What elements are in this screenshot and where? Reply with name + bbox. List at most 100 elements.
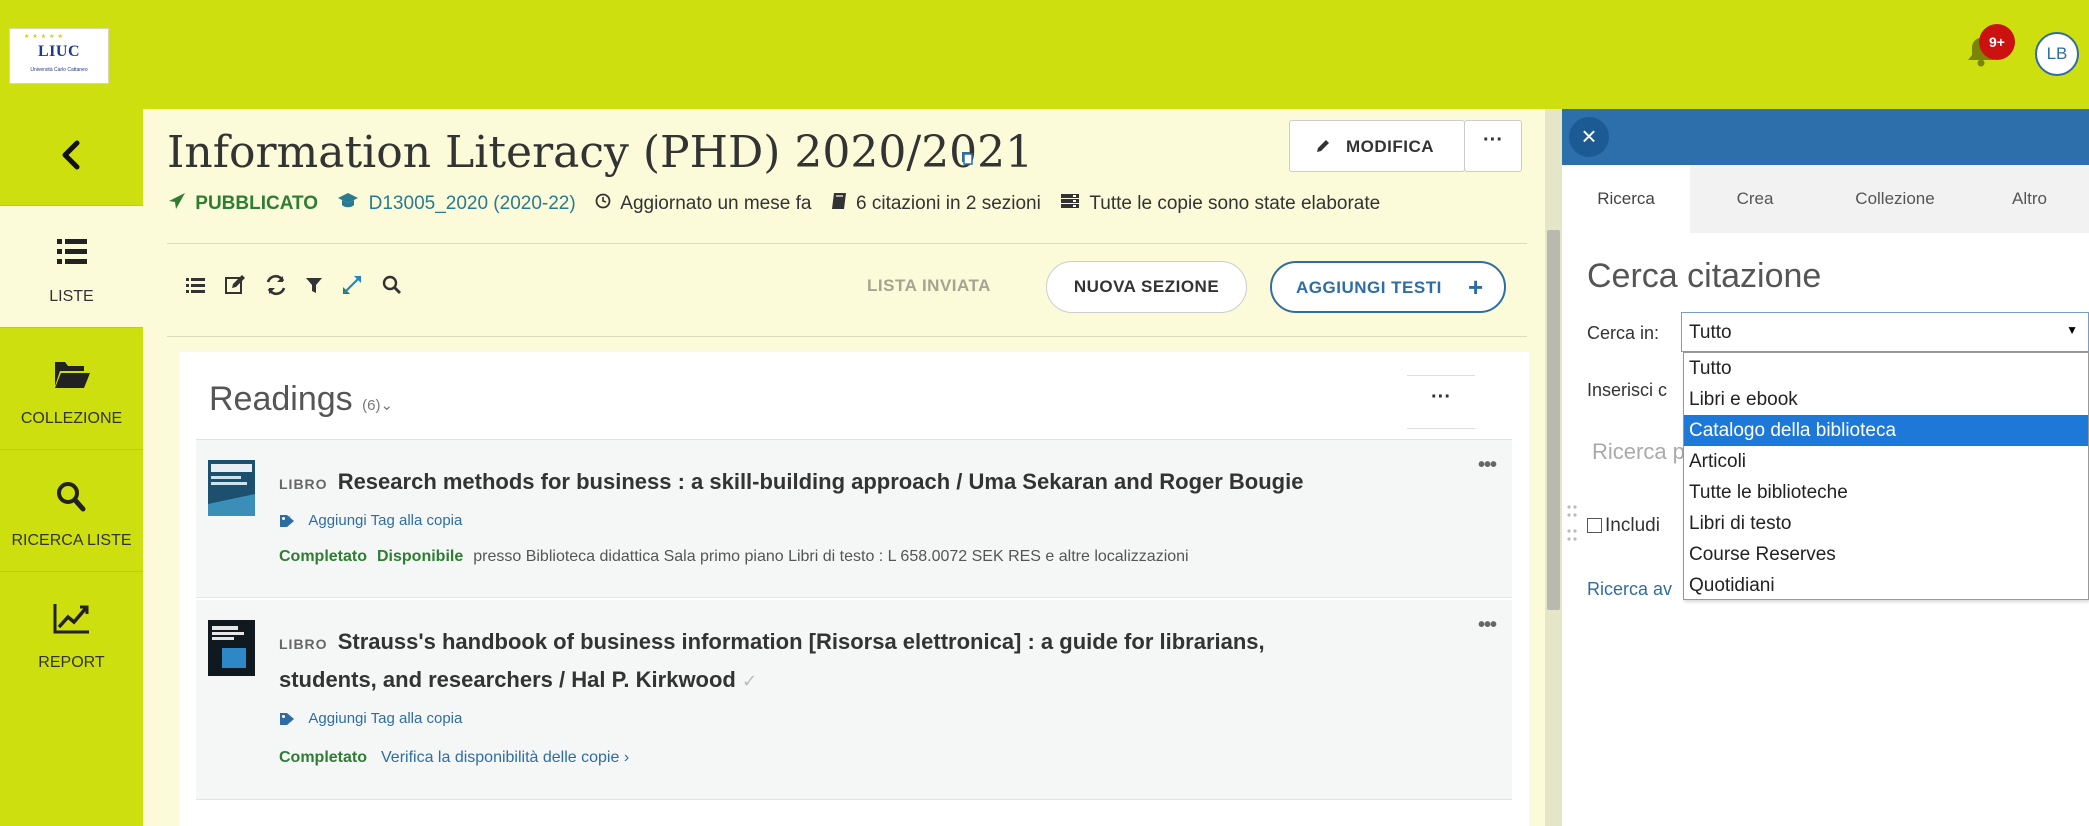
tag-icon bbox=[280, 515, 294, 528]
check-availability-link[interactable]: Verifica la disponibilità delle copie › bbox=[381, 749, 629, 766]
citation-more-button[interactable]: ••• bbox=[1478, 454, 1497, 477]
add-tag-link[interactable]: Aggiungi Tag alla copia bbox=[279, 512, 462, 529]
list-title: Information Literacy (PHD) 2020/2021 bbox=[167, 127, 1034, 178]
logo-stars-decoration: ★★★★★ bbox=[24, 34, 66, 40]
drag-handle-icon[interactable] bbox=[1566, 503, 1580, 543]
add-tag-label: Aggiungi Tag alla copia bbox=[308, 512, 463, 529]
include-label: Includi bbox=[1605, 515, 1660, 536]
nav-item-label: COLLEZIONE bbox=[20, 410, 123, 427]
location-text: presso Biblioteca didattica Sala primo p… bbox=[473, 548, 1189, 565]
insert-label: Inserisci c bbox=[1587, 380, 1668, 400]
search-scope-select[interactable]: Tutto ▼ bbox=[1681, 312, 2089, 352]
search-icon[interactable] bbox=[379, 272, 405, 298]
search-in-label: Cerca in: bbox=[1587, 323, 1660, 343]
copies-summary: Tutte le copie sono state elaborate bbox=[1089, 193, 1381, 214]
book-cover-thumbnail bbox=[208, 620, 255, 676]
notification-badge[interactable]: 9+ bbox=[1979, 24, 2015, 60]
logo-subtext: Università Carlo Cattaneo bbox=[30, 67, 88, 73]
clock-icon bbox=[595, 193, 611, 215]
search-scope-dropdown: Tutto Libri e ebook Catalogo della bibli… bbox=[1683, 352, 2089, 600]
list-sent-status: LISTA INVIATA bbox=[867, 276, 991, 295]
citation-type: LIBRO bbox=[279, 476, 328, 492]
search-icon bbox=[57, 482, 86, 512]
list-view-icon[interactable] bbox=[183, 272, 209, 298]
citation-status-line: Completato Disponibile presso Biblioteca d… bbox=[279, 548, 1189, 566]
search-input[interactable]: Ricerca p bbox=[1592, 439, 1685, 465]
option-libri-di-testo[interactable]: Libri di testo bbox=[1684, 508, 2088, 539]
nav-item-label: RICERCA LISTE bbox=[11, 532, 132, 549]
option-tutto[interactable]: Tutto bbox=[1684, 353, 2088, 384]
edit-button[interactable]: MODIFICA bbox=[1289, 120, 1465, 172]
server-icon bbox=[1060, 193, 1080, 215]
status-completed: Completato bbox=[279, 548, 367, 565]
status-published: PUBBLICATO bbox=[195, 193, 319, 214]
option-libri-e-ebook[interactable]: Libri e ebook bbox=[1684, 384, 2088, 415]
section-more-button[interactable]: ··· bbox=[1407, 375, 1475, 429]
tab-collezione[interactable]: Collezione bbox=[1820, 165, 1970, 233]
copy-icon[interactable] bbox=[961, 151, 973, 165]
folder-open-icon bbox=[55, 362, 90, 388]
book-icon bbox=[831, 192, 847, 216]
selected-value: Tutto bbox=[1689, 322, 1732, 343]
citation-title[interactable]: Strauss's handbook of business informati… bbox=[279, 629, 1265, 692]
citations-summary: 6 citazioni in 2 sezioni bbox=[856, 193, 1041, 214]
panel-header: × bbox=[1562, 109, 2089, 165]
updated-text: Aggiornato un mese fa bbox=[620, 193, 812, 214]
section-title-text: Readings bbox=[209, 380, 353, 418]
list-meta: PUBBLICATO D13005_2020 (2020-22) Aggiorn… bbox=[168, 192, 1380, 216]
citation-item[interactable]: ••• LIBRO Research methods for business … bbox=[196, 440, 1512, 598]
option-catalogo-biblioteca[interactable]: Catalogo della biblioteca bbox=[1684, 415, 2088, 446]
new-section-button[interactable]: NUOVA SEZIONE bbox=[1046, 261, 1247, 313]
checkmark-icon: ✓ bbox=[742, 671, 758, 691]
nav-item-ricerca-liste[interactable]: RICERCA LISTE bbox=[0, 449, 143, 571]
divider bbox=[167, 243, 1527, 244]
list-more-button[interactable]: ··· bbox=[1464, 120, 1522, 172]
add-tag-link[interactable]: Aggiungi Tag alla copia bbox=[279, 710, 462, 727]
caret-down-icon: ▼ bbox=[2066, 323, 2078, 337]
add-texts-button[interactable]: AGGIUNGI TESTI + bbox=[1270, 261, 1506, 313]
scrollbar-thumb[interactable] bbox=[1547, 230, 1560, 610]
option-articoli[interactable]: Articoli bbox=[1684, 446, 2088, 477]
panel-tabs: Ricerca Crea Collezione Altro bbox=[1562, 165, 2089, 233]
add-texts-label: AGGIUNGI TESTI bbox=[1296, 278, 1442, 297]
close-icon[interactable]: × bbox=[1569, 117, 1609, 157]
include-checkbox[interactable] bbox=[1587, 518, 1602, 534]
tab-ricerca[interactable]: Ricerca bbox=[1562, 165, 1690, 233]
citation-item[interactable]: ••• LIBRO Strauss's handbook of business… bbox=[196, 600, 1512, 800]
collapse-back-button[interactable] bbox=[0, 109, 143, 205]
refresh-icon[interactable] bbox=[263, 272, 289, 298]
citation-title[interactable]: Research methods for business : a skill-… bbox=[338, 469, 1304, 494]
expand-icon[interactable] bbox=[339, 272, 365, 298]
chevron-left-icon bbox=[62, 140, 80, 170]
nav-item-collezione[interactable]: COLLEZIONE bbox=[0, 327, 143, 449]
option-quotidiani[interactable]: Quotidiani bbox=[1684, 570, 2088, 601]
citation-title-line: LIBRO Strauss's handbook of business inf… bbox=[279, 624, 1319, 699]
citation-more-button[interactable]: ••• bbox=[1478, 614, 1497, 637]
edit-note-icon[interactable] bbox=[223, 272, 249, 298]
liuc-logo[interactable]: ★★★★★ LIUC Università Carlo Cattaneo bbox=[9, 28, 109, 84]
edit-button-label: MODIFICA bbox=[1346, 137, 1435, 156]
section-title[interactable]: Readings (6)⌄ bbox=[209, 380, 393, 419]
graduation-cap-icon bbox=[337, 192, 359, 216]
section-count: (6) bbox=[362, 397, 381, 414]
option-tutte-biblioteche[interactable]: Tutte le biblioteche bbox=[1684, 477, 2088, 508]
tab-altro[interactable]: Altro bbox=[1970, 165, 2089, 233]
add-tag-label: Aggiungi Tag alla copia bbox=[308, 710, 463, 727]
list-icon bbox=[57, 239, 87, 264]
plus-icon: + bbox=[1468, 272, 1484, 302]
user-avatar[interactable]: LB bbox=[2035, 32, 2079, 76]
filter-icon[interactable] bbox=[301, 272, 327, 298]
nav-item-label: LISTE bbox=[49, 288, 94, 305]
include-checkbox-row[interactable]: Includi bbox=[1587, 515, 1660, 537]
course-code-link[interactable]: D13005_2020 (2020-22) bbox=[369, 193, 576, 215]
status-completed: Completato bbox=[279, 749, 367, 766]
nav-item-liste[interactable]: LISTE bbox=[0, 205, 143, 327]
availability-status: Disponibile bbox=[377, 548, 464, 565]
nav-item-report[interactable]: REPORT bbox=[0, 571, 143, 693]
option-course-reserves[interactable]: Course Reserves bbox=[1684, 539, 2088, 570]
tab-crea[interactable]: Crea bbox=[1690, 165, 1820, 233]
search-panel: × Ricerca Crea Collezione Altro Cerca ci… bbox=[1562, 109, 2089, 826]
advanced-search-link[interactable]: Ricerca av bbox=[1587, 579, 1672, 600]
chevron-down-icon[interactable]: ⌄ bbox=[380, 397, 393, 414]
tag-icon bbox=[280, 713, 294, 726]
